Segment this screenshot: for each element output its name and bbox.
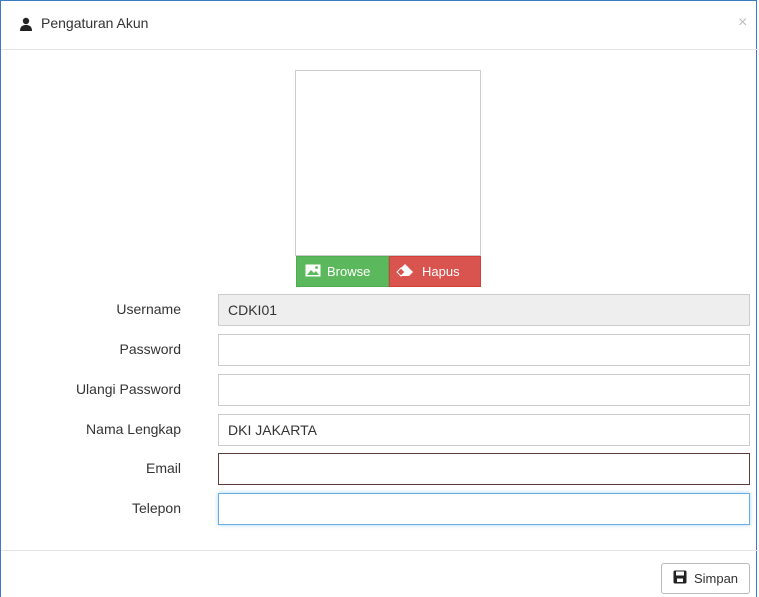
account-settings-modal: Pengaturan Akun × Browse Hapus Username … bbox=[0, 0, 758, 597]
save-button-label: Simpan bbox=[693, 571, 739, 586]
save-icon bbox=[673, 570, 687, 587]
save-button[interactable]: Simpan bbox=[661, 563, 750, 594]
username-field[interactable] bbox=[218, 294, 750, 326]
email-label: Email bbox=[145, 460, 181, 476]
browse-button[interactable]: Browse bbox=[296, 256, 389, 287]
repeat-password-label: Ulangi Password bbox=[75, 381, 181, 397]
password-field[interactable] bbox=[218, 334, 750, 366]
phone-field[interactable] bbox=[218, 493, 750, 525]
email-field[interactable] bbox=[218, 453, 750, 485]
hapus-button[interactable]: Hapus bbox=[389, 256, 481, 287]
close-icon[interactable]: × bbox=[738, 14, 747, 32]
full-name-field[interactable] bbox=[218, 414, 750, 446]
browse-button-label: Browse bbox=[327, 264, 371, 279]
modal-header: Pengaturan Akun × bbox=[1, 1, 758, 50]
profile-photo-preview bbox=[295, 70, 481, 256]
hapus-button-label: Hapus bbox=[422, 264, 460, 279]
full-name-label: Nama Lengkap bbox=[86, 421, 181, 437]
phone-label: Telepon bbox=[131, 500, 181, 516]
eraser-icon bbox=[396, 263, 416, 280]
image-icon bbox=[305, 264, 321, 280]
modal-footer bbox=[1, 550, 758, 551]
username-label: Username bbox=[116, 301, 181, 317]
repeat-password-field[interactable] bbox=[218, 374, 750, 406]
password-label: Password bbox=[119, 341, 181, 357]
user-icon bbox=[19, 17, 33, 31]
modal-title: Pengaturan Akun bbox=[41, 15, 149, 31]
